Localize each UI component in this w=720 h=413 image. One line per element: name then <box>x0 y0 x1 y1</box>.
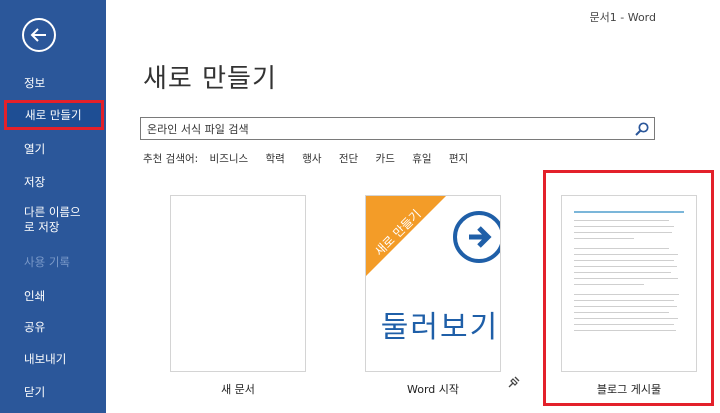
nav-close[interactable]: 닫기 <box>0 384 106 400</box>
nav-save-as[interactable]: 다른 이름으로 저장 <box>0 205 90 235</box>
template-search-input[interactable] <box>147 120 627 137</box>
nav-save[interactable]: 저장 <box>0 174 106 190</box>
suggested-tag[interactable]: 행사 <box>302 153 321 165</box>
backstage-sidebar: 정보 새로 만들기 열기 저장 다른 이름으로 저장 사용 기록 인쇄 공유 내… <box>0 0 106 413</box>
nav-info[interactable]: 정보 <box>0 75 106 91</box>
template-thumbnail[interactable]: 새로 만들기 둘러보기 <box>365 195 501 372</box>
back-arrow-icon <box>30 28 46 42</box>
suggested-tag[interactable]: 학력 <box>266 153 285 165</box>
template-thumbnail[interactable] <box>170 195 306 372</box>
nav-open[interactable]: 열기 <box>0 141 106 157</box>
suggested-label: 추천 검색어: <box>143 153 199 165</box>
nav-history: 사용 기록 <box>24 255 70 269</box>
tour-preview-text: 둘러보기 <box>380 310 500 345</box>
suggested-tag[interactable]: 전단 <box>339 153 358 165</box>
suggested-tag[interactable]: 휴일 <box>412 153 431 165</box>
back-button[interactable] <box>22 18 56 52</box>
template-search-box <box>140 117 655 140</box>
nav-new[interactable]: 새로 만들기 <box>4 100 104 130</box>
pin-icon[interactable] <box>507 375 521 389</box>
search-icon[interactable] <box>634 121 650 137</box>
page-title: 새로 만들기 <box>143 64 277 94</box>
nav-export[interactable]: 내보내기 <box>0 351 106 367</box>
window-title: 문서1 - Word <box>589 11 656 24</box>
selection-highlight <box>543 170 714 406</box>
suggested-tag[interactable]: 카드 <box>376 153 395 165</box>
suggested-tag[interactable]: 편지 <box>449 153 468 165</box>
template-label: Word 시작 <box>406 383 459 396</box>
arrow-right-icon <box>453 211 500 263</box>
nav-print[interactable]: 인쇄 <box>0 288 106 304</box>
template-label: 새 문서 <box>221 383 255 396</box>
suggested-searches: 추천 검색어: 비즈니스 학력 행사 전단 카드 휴일 편지 <box>143 151 482 166</box>
suggested-tag[interactable]: 비즈니스 <box>210 153 249 165</box>
nav-share[interactable]: 공유 <box>0 319 106 335</box>
new-banner: 새로 만들기 <box>366 196 446 276</box>
